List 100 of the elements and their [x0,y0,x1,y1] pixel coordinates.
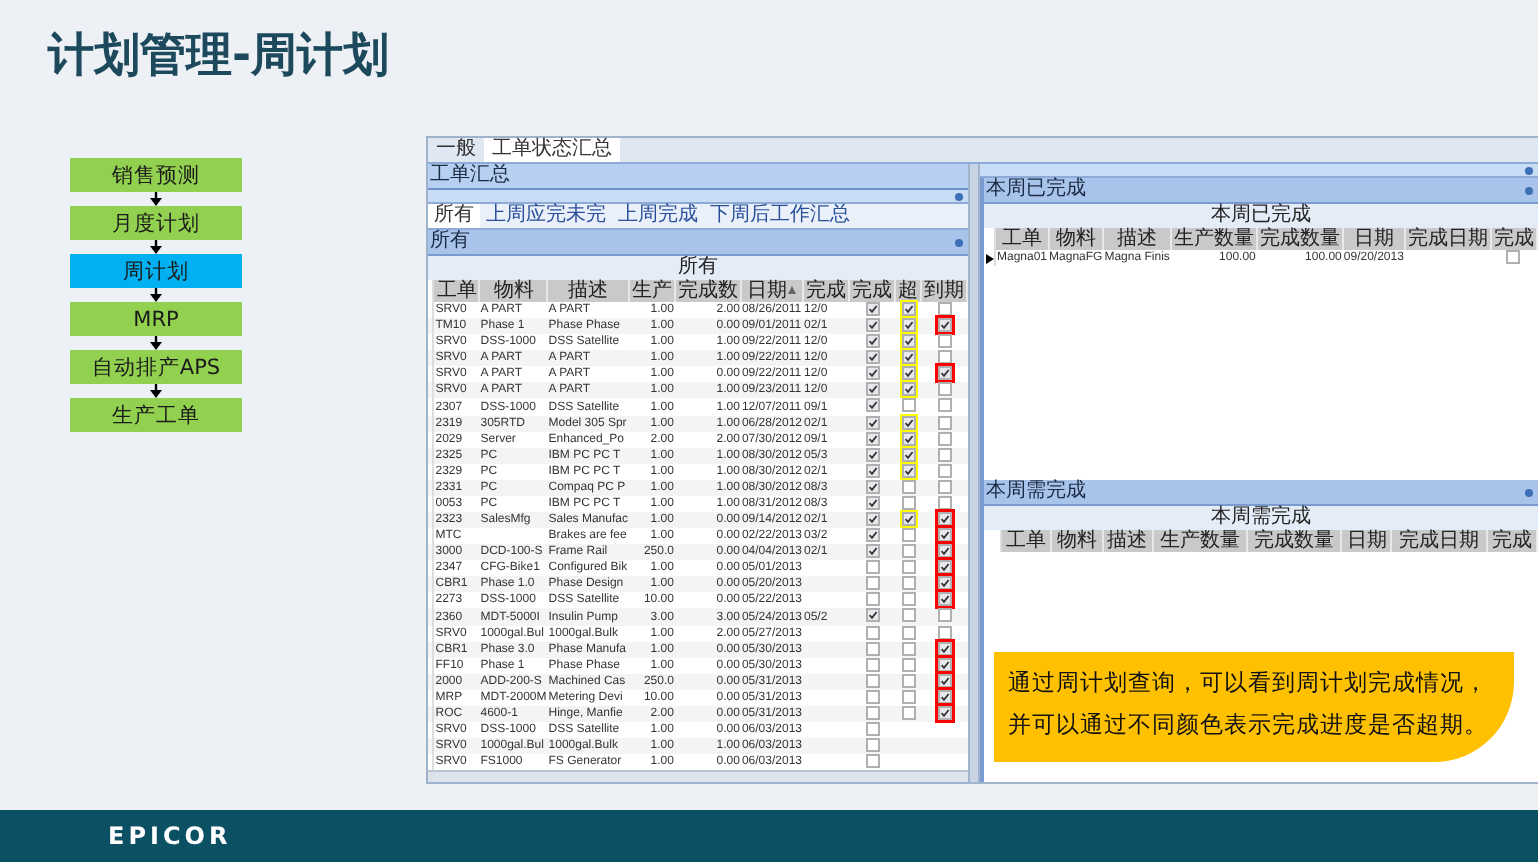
checkbox[interactable] [865,398,879,413]
grid-title: 本周需完成 [984,506,1538,531]
checkbox[interactable] [937,705,951,720]
checkbox[interactable] [937,415,951,430]
column-header[interactable]: 完成 [803,280,849,302]
column-header[interactable]: 生产数量 [1152,530,1247,553]
checkbox[interactable] [901,528,915,543]
checkbox[interactable] [901,398,915,413]
checkbox[interactable] [901,641,915,656]
checkbox[interactable] [901,673,915,688]
checkbox[interactable] [901,560,915,575]
checkbox[interactable] [937,398,951,413]
checkbox[interactable] [901,318,915,333]
checkbox[interactable] [865,722,879,737]
checkbox[interactable] [937,657,951,672]
checkbox[interactable] [865,560,879,575]
checkbox[interactable] [901,705,915,720]
checkbox[interactable] [1506,250,1521,264]
checkbox[interactable] [865,382,879,397]
checkbox[interactable] [865,318,879,333]
checkbox[interactable] [865,366,879,381]
checkbox[interactable] [937,479,951,494]
checkbox[interactable] [901,350,915,365]
checkbox[interactable] [937,576,951,591]
tab[interactable]: 一般 [428,138,484,162]
column-header[interactable]: 生产数量 [1170,228,1257,250]
checkbox[interactable] [901,302,915,316]
checkbox[interactable] [865,334,879,349]
checkbox[interactable] [901,463,915,478]
checkbox[interactable] [937,382,951,397]
tab[interactable]: 上周应完未完 [480,204,612,228]
checkbox[interactable] [937,318,951,333]
column-header[interactable]: 物料 [1048,228,1104,250]
checkbox[interactable] [865,479,879,494]
checkbox[interactable] [865,754,879,769]
checkbox[interactable] [865,302,879,316]
column-header[interactable]: 到期 [921,280,967,302]
checkbox[interactable] [865,447,879,462]
column-header[interactable]: 工单 [995,228,1049,250]
checkbox[interactable] [937,544,951,559]
checkbox[interactable] [865,705,879,720]
checkbox[interactable] [865,528,879,543]
checkbox[interactable] [937,366,951,381]
checkbox[interactable] [901,592,915,607]
checkbox[interactable] [901,431,915,446]
checkbox[interactable] [937,608,951,623]
column-header[interactable]: 工单 [433,280,480,302]
checkbox[interactable] [937,560,951,575]
column-header[interactable]: 完成数 [674,280,741,302]
checkbox[interactable] [865,415,879,430]
checkbox[interactable] [937,528,951,543]
checkbox[interactable] [937,302,951,316]
checkbox[interactable] [901,415,915,430]
checkbox[interactable] [865,512,879,527]
tab[interactable]: 下周后工作汇总 [704,204,856,228]
column-header[interactable]: 完成日期 [1391,530,1487,553]
column-header[interactable]: 完成 [849,280,895,302]
column-header[interactable]: 完成数量 [1246,530,1342,553]
checkbox[interactable] [865,576,879,591]
checkbox[interactable] [901,382,915,397]
checkbox[interactable] [901,544,915,559]
checkbox[interactable] [901,576,915,591]
checkbox[interactable] [865,592,879,607]
tab[interactable]: 工单状态汇总 [484,138,620,162]
tab[interactable]: 所有 [428,204,480,228]
checkbox[interactable] [937,512,951,527]
checkbox[interactable] [865,738,879,753]
tab[interactable]: 上周完成 [612,204,704,228]
column-header[interactable]: 描述 [1103,228,1171,250]
checkbox[interactable] [937,673,951,688]
column-header[interactable]: 物料 [1051,530,1102,553]
column-header[interactable]: 完成数量 [1256,228,1343,250]
checkbox[interactable] [901,608,915,623]
column-header[interactable]: 完成日期 [1404,228,1491,250]
checkbox[interactable] [901,334,915,349]
checkbox[interactable] [937,350,951,365]
checkbox[interactable] [937,334,951,349]
checkbox[interactable] [865,350,879,365]
column-header[interactable]: 完成 [1490,228,1537,250]
column-header[interactable]: 日期 [1341,530,1392,553]
column-header[interactable]: 日期 [1342,228,1405,250]
checkbox[interactable] [865,608,879,623]
column-header[interactable]: 工单 [1001,530,1052,553]
column-header[interactable]: 物料 [479,280,548,302]
column-header[interactable]: 描述 [1102,530,1153,553]
checkbox[interactable] [865,641,879,656]
checkbox[interactable] [865,673,879,688]
column-header[interactable]: 描述 [547,280,629,302]
checkbox[interactable] [937,689,951,704]
checkbox[interactable] [937,447,951,462]
column-header[interactable]: 完成 [1486,530,1537,553]
checkbox[interactable] [865,544,879,559]
checkbox[interactable] [901,512,915,527]
checkbox[interactable] [937,592,951,607]
checkbox[interactable] [937,641,951,656]
checkbox[interactable] [901,366,915,381]
horizontal-scrollbar[interactable] [428,770,968,783]
column-header[interactable]: 生产 [628,280,675,302]
checkbox[interactable] [901,447,915,462]
column-header[interactable]: 日期 [740,280,803,302]
